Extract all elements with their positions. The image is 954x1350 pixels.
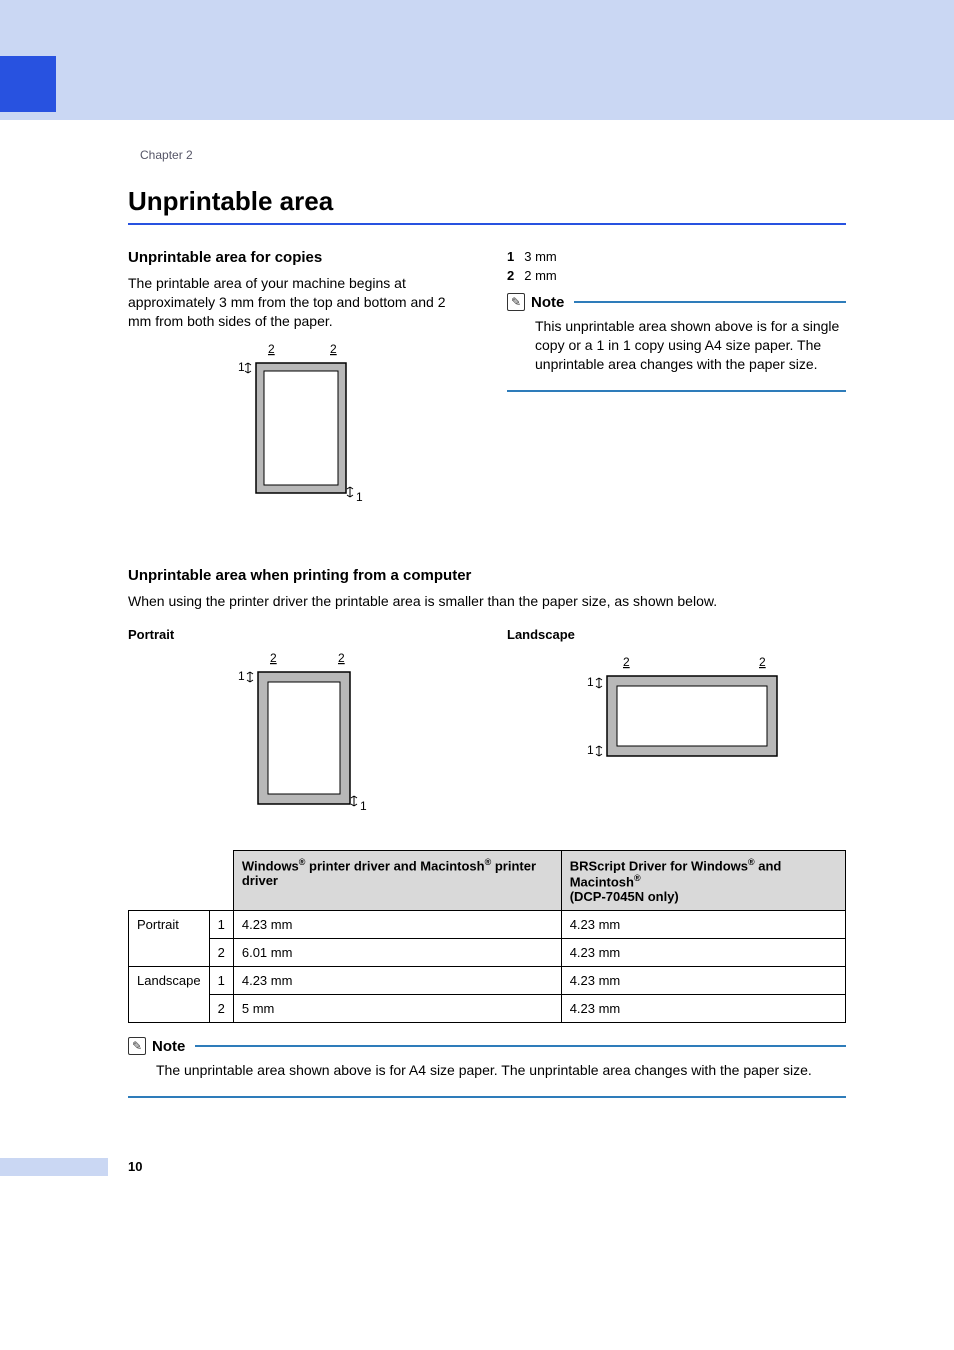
svg-text:1: 1 [587,675,594,689]
page-title: Unprintable area [128,186,846,225]
svg-text:1: 1 [238,669,245,683]
note-heading: ✎ Note [507,293,846,311]
diagram-portrait: 2 2 1 1 [128,650,467,830]
landscape-label: Landscape [507,627,846,642]
note-body: The unprintable area shown above is for … [156,1061,846,1080]
svg-text:2: 2 [270,651,277,665]
svg-text:1: 1 [587,743,594,757]
svg-text:2: 2 [759,655,766,669]
note-icon: ✎ [128,1037,146,1055]
svg-text:1: 1 [238,360,245,374]
header-decoration [0,0,954,120]
page-number: 10 [128,1159,142,1176]
svg-text:2: 2 [330,342,337,356]
svg-text:2: 2 [338,651,345,665]
chapter-label: Chapter 2 [140,148,954,162]
portrait-label: Portrait [128,627,467,642]
table-row-label: Landscape [129,967,210,1023]
section-body-computer: When using the printer driver the printa… [128,592,846,611]
table-header-windows: Windows® printer driver and Macintosh® p… [233,850,561,911]
diagram-landscape: 2 2 1 1 [507,654,846,794]
svg-text:2: 2 [623,655,630,669]
note-label: Note [531,294,564,311]
section-body-copies: The printable area of your machine begin… [128,274,467,331]
note-icon: ✎ [507,293,525,311]
svg-text:1: 1 [360,799,367,813]
margins-table: Windows® printer driver and Macintosh® p… [128,850,846,1024]
table-header-brscript: BRScript Driver for Windows® and Macinto… [561,850,845,911]
note-body: This unprintable area shown above is for… [535,317,846,374]
section-heading-copies: Unprintable area for copies [128,249,467,266]
note-heading: ✎ Note [128,1037,846,1055]
svg-text:2: 2 [268,342,275,356]
section-heading-computer: Unprintable area when printing from a co… [128,567,846,584]
svg-text:1: 1 [356,490,363,504]
note-label: Note [152,1038,185,1055]
legend-2: 22 mm [507,268,846,283]
diagram-copies: 2 2 1 1 [128,341,467,531]
page-footer: 10 [0,1158,954,1176]
legend-1: 13 mm [507,249,846,264]
table-row-label: Portrait [129,911,210,967]
